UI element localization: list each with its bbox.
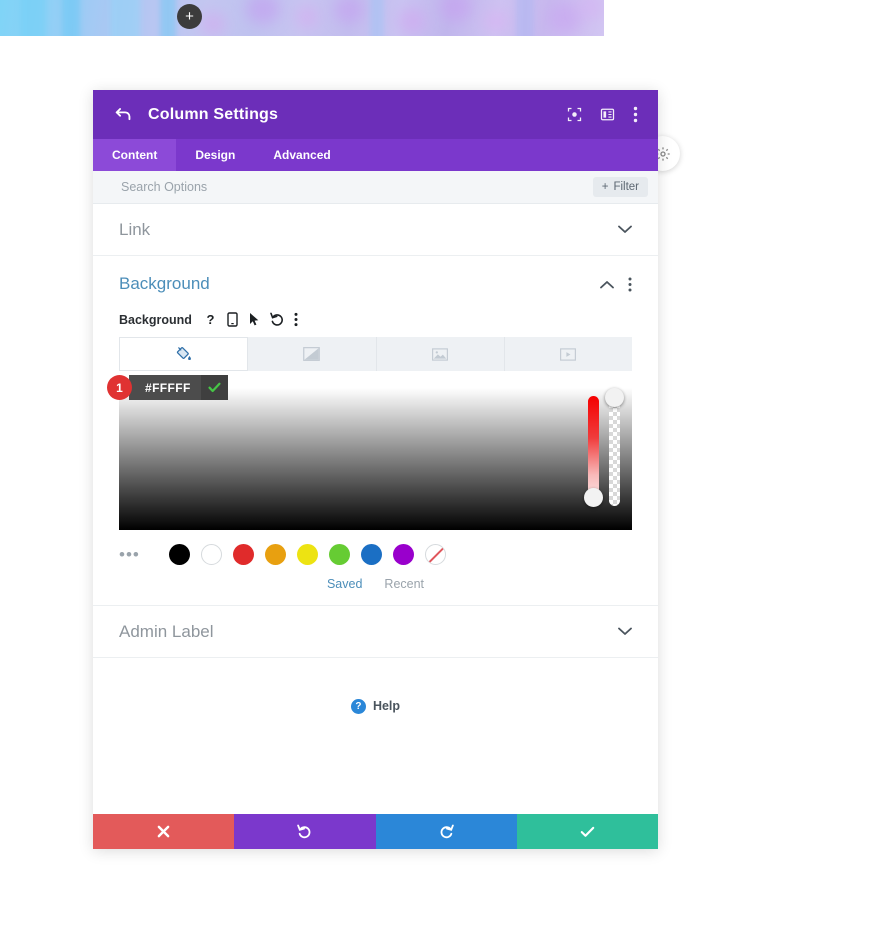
swatch-blue[interactable] [360, 544, 382, 565]
swatch-purple[interactable] [392, 544, 414, 565]
alpha-slider[interactable] [609, 396, 620, 506]
column-settings-modal: Column Settings Content Design Advanced … [93, 90, 658, 849]
swatch-black[interactable] [168, 544, 190, 565]
swatch-tab-recent[interactable]: Recent [384, 577, 424, 591]
chevron-down-icon [618, 225, 632, 234]
help-row[interactable]: ? Help [93, 658, 658, 754]
cancel-button[interactable] [93, 814, 235, 849]
plus-icon: + [601, 181, 609, 193]
more-vertical-icon[interactable] [294, 312, 298, 327]
image-icon [432, 347, 449, 361]
hex-color-input[interactable] [129, 375, 201, 400]
paint-bucket-icon [176, 346, 192, 362]
help-question-icon[interactable]: ? [204, 312, 217, 327]
background-video-tab[interactable] [504, 337, 632, 371]
responsive-phone-icon[interactable] [227, 312, 238, 327]
chevron-up-icon[interactable] [600, 280, 614, 289]
swatch-tab-saved[interactable]: Saved [327, 577, 362, 591]
filter-button[interactable]: + Filter [592, 177, 648, 197]
swatch-white[interactable] [200, 544, 222, 565]
hue-slider-knob[interactable] [584, 488, 603, 507]
modal-header: Column Settings [93, 90, 658, 139]
step-badge-1: 1 [107, 375, 132, 400]
filter-label: Filter [613, 181, 639, 193]
background-field-label-row: Background ? [93, 312, 658, 327]
layout-panel-icon[interactable] [600, 107, 615, 122]
page-title: Column Settings [148, 105, 279, 123]
section-toggle-admin-label[interactable]: Admin Label [93, 606, 658, 658]
hex-confirm-button[interactable] [201, 375, 228, 400]
swatch-none[interactable] [424, 544, 446, 565]
more-vertical-icon[interactable] [628, 277, 632, 292]
add-section-button[interactable]: + [177, 4, 202, 29]
tab-content[interactable]: Content [93, 139, 177, 171]
saturation-value-area[interactable] [119, 388, 632, 530]
color-picker: 1 [107, 375, 632, 530]
reset-undo-icon[interactable] [270, 312, 284, 327]
alpha-slider-knob[interactable] [605, 388, 624, 407]
focus-target-icon[interactable] [567, 107, 582, 122]
video-icon [560, 347, 577, 361]
swatch-yellow[interactable] [296, 544, 318, 565]
hex-input-group [129, 375, 228, 400]
swatch-source-tabs: Saved Recent [93, 565, 658, 595]
tab-design[interactable]: Design [176, 139, 254, 171]
background-type-tabs [119, 337, 632, 371]
help-label: Help [372, 699, 401, 713]
field-label-background: Background [119, 312, 192, 327]
tab-advanced[interactable]: Advanced [254, 139, 349, 171]
back-arrow-icon[interactable] [115, 107, 132, 122]
modal-tab-bar: Content Design Advanced [93, 139, 658, 171]
section-title-link: Link [119, 219, 151, 239]
section-title-admin-label: Admin Label [119, 621, 214, 641]
undo-button[interactable] [234, 814, 376, 849]
header-icon-group [567, 106, 638, 123]
plus-icon: + [185, 8, 194, 25]
background-color-tab[interactable] [119, 337, 249, 371]
search-input[interactable] [119, 179, 593, 195]
section-background-header: Background [93, 256, 658, 312]
background-gradient-tab[interactable] [248, 337, 377, 371]
modal-empty-space [93, 754, 658, 814]
swatch-green[interactable] [328, 544, 350, 565]
svg-text:?: ? [206, 312, 214, 327]
search-options-bar: + Filter [93, 171, 658, 204]
background-image-tab[interactable] [376, 337, 505, 371]
section-title-background: Background [119, 274, 210, 293]
chevron-down-icon [618, 627, 632, 636]
redo-button[interactable] [375, 814, 517, 849]
section-background: Background Background ? 1 #FFFFFF ••• Sa… [93, 256, 658, 606]
help-question-icon: ? [350, 698, 366, 714]
more-vertical-icon[interactable] [633, 106, 638, 123]
color-swatch-row: ••• [93, 530, 658, 565]
hero-banner-image [0, 0, 604, 36]
more-swatches-icon[interactable]: ••• [119, 546, 140, 563]
gradient-icon [303, 347, 321, 361]
modal-footer [93, 814, 658, 849]
hover-cursor-icon[interactable] [248, 312, 260, 327]
save-button[interactable] [516, 814, 658, 849]
section-toggle-link[interactable]: Link [93, 204, 658, 256]
swatch-red[interactable] [232, 544, 254, 565]
swatch-orange[interactable] [264, 544, 286, 565]
